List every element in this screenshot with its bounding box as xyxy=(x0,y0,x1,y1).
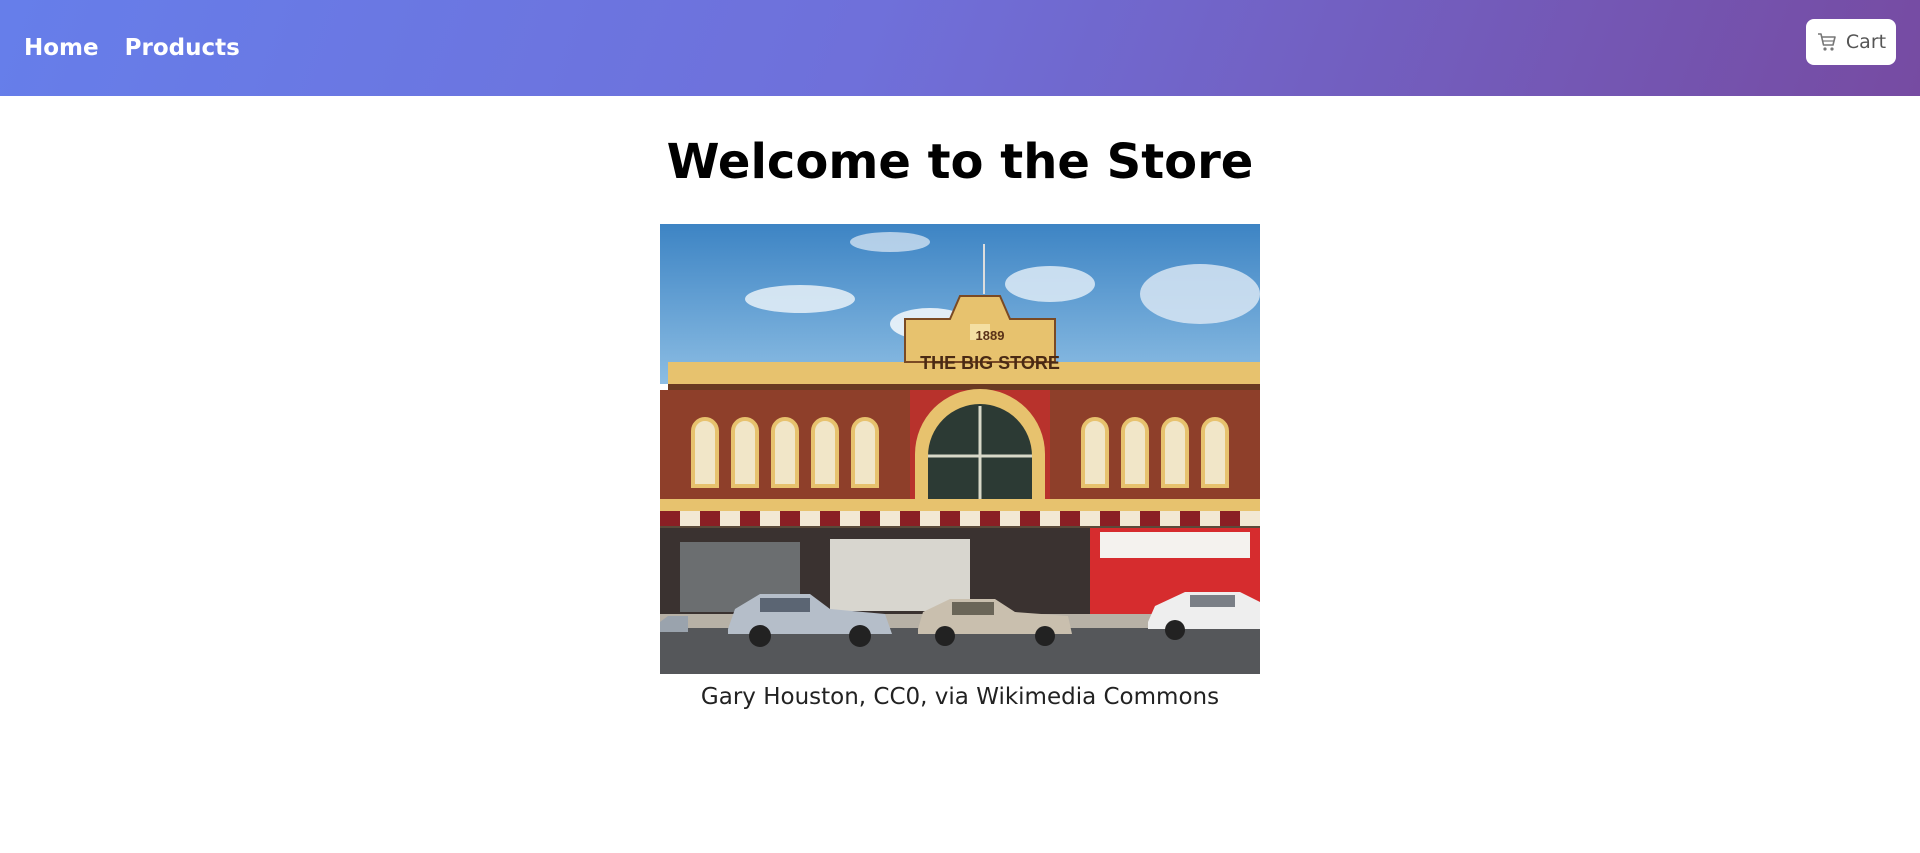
page-title: Welcome to the Store xyxy=(666,134,1254,190)
sign-text: THE BIG STORE xyxy=(920,353,1060,373)
main-content: Welcome to the Store 1889 THE BIG STORE … xyxy=(0,96,1920,853)
nav-link-home[interactable]: Home xyxy=(24,35,99,61)
store-photo: 1889 THE BIG STORE xyxy=(660,224,1260,674)
cart-button[interactable]: Cart xyxy=(1806,19,1896,65)
nav-link-products[interactable]: Products xyxy=(125,35,240,61)
cart-icon xyxy=(1816,31,1838,53)
sign-year: 1889 xyxy=(976,328,1005,343)
cart-label: Cart xyxy=(1845,31,1887,53)
image-caption: Gary Houston, CC0, via Wikimedia Commons xyxy=(700,684,1220,710)
top-navbar: Home Products Cart xyxy=(0,0,1920,96)
store-figure: 1889 THE BIG STORE Gary Houston, CC0, vi… xyxy=(660,224,1260,710)
